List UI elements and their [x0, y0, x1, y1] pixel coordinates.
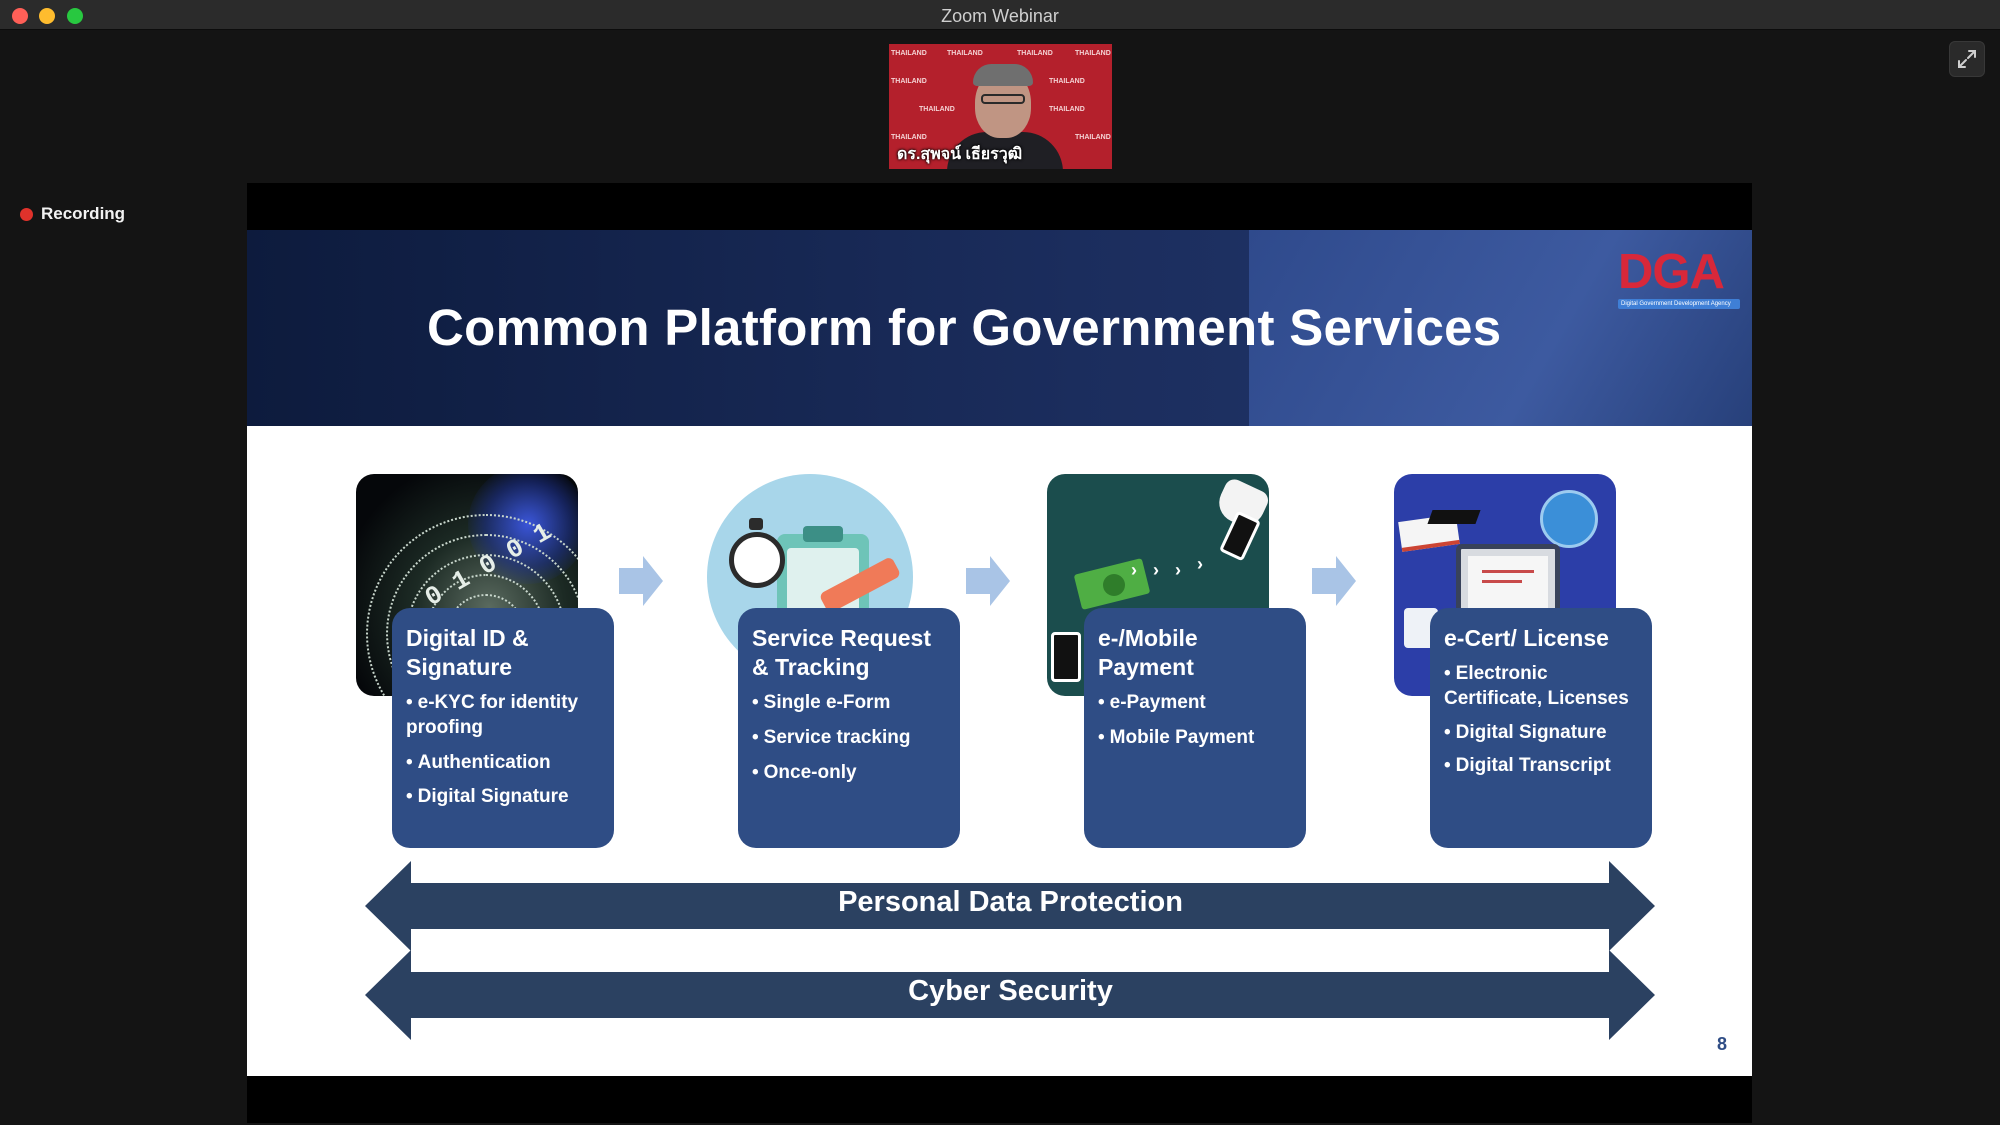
expand-fullscreen-button[interactable] [1949, 41, 1985, 77]
list-item: • Digital Signature [406, 786, 569, 808]
stopwatch-icon [729, 532, 785, 588]
arrow-right-icon [619, 556, 663, 606]
slide-header: Common Platform for Government Services … [247, 230, 1752, 426]
chevron-right-icon: › [1197, 554, 1203, 574]
expand-icon [1958, 50, 1976, 68]
chevron-right-icon: › [1131, 560, 1137, 580]
list-item: • Single e-Form [752, 692, 891, 714]
smartphone-icon [1218, 510, 1262, 562]
list-item: • e-Payment [1098, 692, 1206, 714]
list-item: • Once-only [752, 761, 857, 783]
list-item: • Mobile Payment [1098, 727, 1255, 749]
dga-logo: DGA Digital Government Development Agenc… [1618, 248, 1740, 309]
card-bullet-list: • e-KYC for identity proofing • Authentica… [406, 691, 600, 810]
presentation-slide: Common Platform for Government Services … [247, 230, 1752, 1076]
card-bullet-list: • Single e-Form • Service tracking • Once-o… [752, 691, 946, 785]
backdrop-logo-text: THAILAND [1075, 134, 1111, 141]
backdrop-logo-text: THAILAND [891, 134, 927, 141]
speaker-video-tile[interactable]: THAILAND THAILAND THAILAND THAILAND THAI… [889, 44, 1112, 169]
card-title: e-Cert/ License [1444, 625, 1609, 651]
backdrop-logo-text: THAILAND [947, 50, 983, 57]
certificate-line [1482, 580, 1522, 583]
list-item: • Electronic Certificate, Licenses [1444, 663, 1629, 709]
card-bullet-list: • e-Payment • Mobile Payment [1098, 691, 1292, 750]
recording-label: Recording [41, 204, 126, 223]
speaker-glasses [981, 94, 1025, 104]
backdrop-logo-text: THAILAND [919, 106, 955, 113]
dga-logo-text: DGA [1618, 245, 1725, 299]
chevron-right-icon: › [1153, 560, 1159, 580]
dga-logo-subtitle: Digital Government Development Agency [1618, 299, 1740, 309]
backdrop-logo-text: THAILAND [1049, 106, 1085, 113]
clipboard-clip [803, 526, 843, 542]
participant-name-label: ดร.สุพจน์ เธียรวุฒิ [897, 146, 1023, 163]
graduation-cap-icon [1427, 510, 1481, 524]
slide-page-number: 8 [1717, 1034, 1728, 1054]
arrow-right-icon [1312, 556, 1356, 606]
digital-id-card: Digital ID & Signature • e-KYC for identi… [392, 608, 614, 848]
backdrop-logo-text: THAILAND [1075, 50, 1111, 57]
chevron-right-icon: › [1175, 560, 1181, 580]
certificate-icon [1468, 556, 1548, 610]
backdrop-logo-text: THAILAND [1017, 50, 1053, 57]
cyber-security-label: Cyber Security [908, 975, 1113, 1007]
card-title: Service Request & Tracking [752, 625, 931, 681]
backdrop-logo-text: THAILAND [891, 50, 927, 57]
dollar-coin-icon [1103, 574, 1125, 596]
window-title: Zoom Webinar [941, 6, 1059, 26]
card-bullet-list: • Electronic Certificate, Licenses • Digit… [1444, 662, 1638, 779]
card-title: e-/Mobile Payment [1098, 625, 1198, 681]
backdrop-logo-text: THAILAND [1049, 78, 1085, 85]
recording-indicator[interactable]: Recording [20, 204, 125, 224]
stopwatch-knob [749, 518, 763, 530]
mobile-payment-card: e-/Mobile Payment • e-Payment • Mobile Pay… [1084, 608, 1306, 848]
card-title: Digital ID & Signature [406, 625, 529, 681]
e-cert-license-card: e-Cert/ License • Electronic Certificate,… [1430, 608, 1652, 848]
personal-data-protection-label: Personal Data Protection [838, 886, 1183, 918]
speaker-hair [973, 64, 1033, 86]
backdrop-logo-text: THAILAND [891, 78, 927, 85]
list-item: • Service tracking [752, 727, 911, 749]
window-title-bar: Zoom Webinar [0, 0, 2000, 30]
certificate-line [1482, 570, 1534, 573]
list-item: • Digital Transcript [1444, 755, 1611, 777]
list-item: • e-KYC for identity proofing [406, 692, 579, 739]
globe-icon [1540, 490, 1598, 548]
arrow-right-icon [966, 556, 1010, 606]
slide-title: Common Platform for Government Services [427, 299, 1502, 356]
smartphone-icon [1051, 632, 1081, 682]
list-item: • Digital Signature [1444, 721, 1607, 743]
list-item: • Authentication [406, 751, 551, 773]
recording-dot-icon [20, 207, 33, 221]
service-request-card: Service Request & Tracking • Single e-For… [738, 608, 960, 848]
